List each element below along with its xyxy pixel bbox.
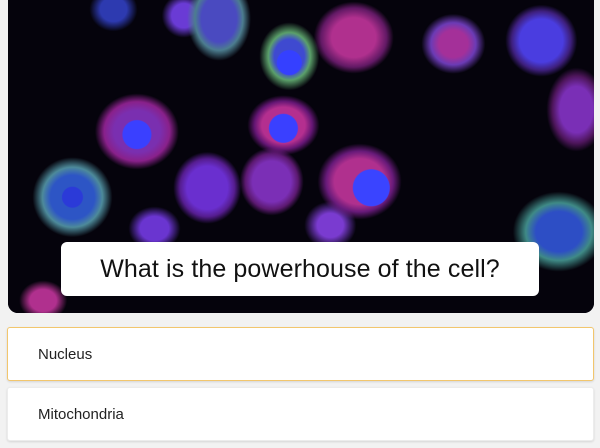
question-box: What is the powerhouse of the cell? xyxy=(61,242,539,296)
quiz-screen: What is the powerhouse of the cell? Nucl… xyxy=(0,0,600,448)
answer-label: Mitochondria xyxy=(38,405,124,423)
question-text: What is the powerhouse of the cell? xyxy=(100,254,500,283)
question-image-card: What is the powerhouse of the cell? xyxy=(8,0,594,313)
answer-option-mitochondria[interactable]: Mitochondria xyxy=(7,387,594,441)
answer-option-nucleus[interactable]: Nucleus xyxy=(7,327,594,381)
answer-label: Nucleus xyxy=(38,345,93,363)
